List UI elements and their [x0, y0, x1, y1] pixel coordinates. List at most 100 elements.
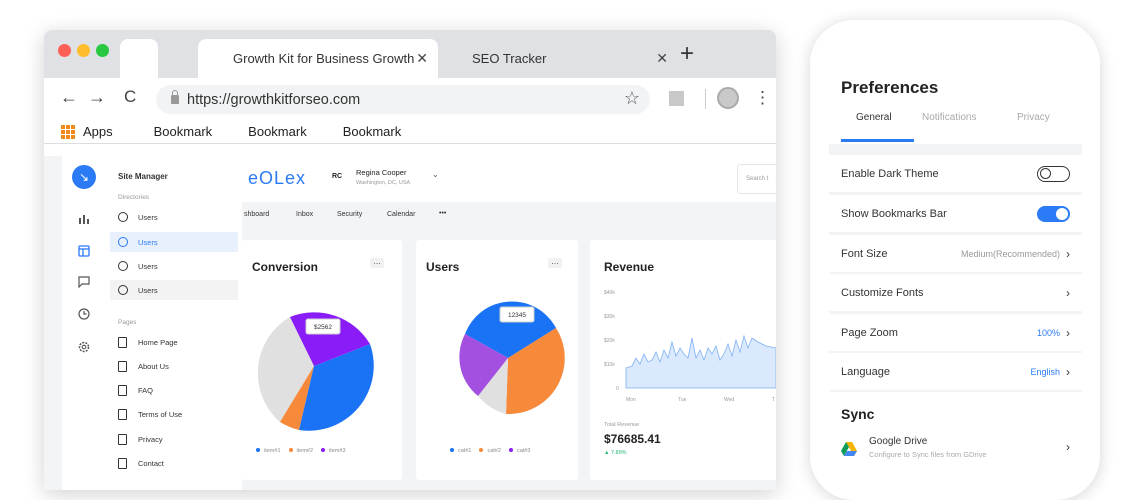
page-item-contact[interactable]: Contact: [110, 453, 238, 473]
legend-item: cat#2: [479, 448, 501, 454]
row-label: Font Size: [841, 247, 888, 260]
apps-grid-icon[interactable]: [61, 124, 75, 139]
directory-item-users[interactable]: Users: [110, 256, 238, 276]
clock-icon[interactable]: [78, 308, 90, 323]
close-window-button[interactable]: [58, 44, 71, 57]
font-size-row[interactable]: Font Size Medium(Recommended) ›: [829, 235, 1082, 272]
dark-theme-row[interactable]: Enable Dark Theme: [829, 155, 1082, 192]
layout-icon[interactable]: [78, 245, 90, 260]
user-name[interactable]: Regina Cooper: [356, 168, 406, 177]
close-tab-icon[interactable]: ✕: [416, 50, 428, 67]
tab-seo-tracker[interactable]: SEO Tracker ✕: [458, 39, 668, 78]
x-tick: T: [772, 397, 775, 403]
chevron-down-icon[interactable]: ⌄: [432, 170, 439, 179]
nav-inbox[interactable]: Inbox: [296, 211, 313, 218]
browser-menu-icon[interactable]: ⋮: [754, 88, 771, 108]
preferences-screen: Preferences General Notifications Privac…: [829, 64, 1082, 492]
close-tab-icon[interactable]: ✕: [656, 50, 668, 67]
page-item-home[interactable]: Home Page: [110, 332, 238, 352]
bookmark-link[interactable]: Bookmark: [154, 124, 213, 139]
page-title: Preferences: [841, 78, 939, 97]
tab-notifications[interactable]: Notifications: [922, 112, 976, 123]
url-text: https://growthkitforseo.com: [187, 91, 361, 108]
directory-item-users-selected[interactable]: Users: [110, 232, 238, 252]
page-icon: [118, 457, 127, 469]
bookmarks-bar-row[interactable]: Show Bookmarks Bar: [829, 195, 1082, 232]
tab-label: Growth Kit for Business Growth: [233, 51, 415, 66]
users-card: Users ... 12345 cat#1 cat#2 cat#3: [416, 240, 578, 480]
reload-icon[interactable]: C: [124, 87, 136, 107]
x-tick: Mon: [626, 397, 636, 403]
row-label: Customize Fonts: [841, 286, 924, 299]
legend-item: item#2: [288, 448, 313, 454]
search-input[interactable]: Search t: [737, 164, 776, 194]
settings-icon[interactable]: [78, 341, 90, 356]
pie-tooltip-text: 12345: [508, 312, 526, 319]
conversion-card: Conversion ... $2562 item#1 item#2 item#…: [242, 240, 402, 480]
back-icon[interactable]: ←: [60, 87, 78, 108]
page-icon: [118, 408, 127, 420]
language-row[interactable]: Language English ›: [829, 353, 1082, 390]
blank-tab[interactable]: [120, 39, 158, 78]
user-initials-badge: RC: [332, 173, 343, 180]
forward-icon[interactable]: →: [88, 87, 106, 108]
bookmark-star-icon[interactable]: ☆: [624, 88, 640, 109]
logo-icon[interactable]: ↘: [72, 165, 96, 189]
directory-item-label: Users: [138, 285, 158, 295]
page-zoom-row[interactable]: Page Zoom 100% ›: [829, 314, 1082, 351]
tab-active-indicator: [841, 139, 914, 142]
maximize-window-button[interactable]: [96, 44, 109, 57]
page-item-faq[interactable]: FAQ: [110, 380, 238, 400]
page-item-label: Home Page: [138, 337, 178, 347]
y-tick: 0: [616, 386, 619, 392]
profile-avatar[interactable]: [717, 87, 739, 109]
page-item-label: FAQ: [138, 385, 154, 395]
extension-icon[interactable]: [669, 91, 684, 106]
tab-general[interactable]: General: [856, 112, 892, 123]
apps-link[interactable]: Apps: [83, 124, 113, 139]
user-icon: [118, 261, 128, 271]
chat-icon[interactable]: [78, 276, 90, 291]
google-drive-subtitle: Configure to Sync files from GDrive: [869, 450, 987, 459]
address-toolbar: ← → C https://growthkitforseo.com ☆ ⋮: [44, 78, 776, 120]
user-location: Washington, DC, USA: [356, 180, 411, 186]
revenue-change: ▲ 7.89%: [604, 450, 627, 456]
nav-more[interactable]: •••: [439, 210, 446, 217]
page-icon: [118, 433, 127, 445]
chevron-right-icon: ›: [1066, 440, 1070, 454]
minimize-window-button[interactable]: [77, 44, 90, 57]
divider: [705, 89, 706, 109]
page-icon: [118, 336, 127, 348]
tab-growth-kit[interactable]: Growth Kit for Business Growth ✕: [198, 39, 438, 78]
card-menu-button[interactable]: ...: [370, 257, 384, 268]
bookmarks-bar-toggle[interactable]: [1037, 205, 1070, 222]
customize-fonts-row[interactable]: Customize Fonts ›: [829, 274, 1082, 311]
legend-item: item#1: [256, 448, 281, 454]
site-manager-title: Site Manager: [118, 172, 168, 181]
card-menu-button[interactable]: ...: [548, 257, 562, 268]
y-tick: $10k: [604, 362, 615, 368]
page-item-terms[interactable]: Terms of Use: [110, 404, 238, 424]
legend-item: cat#3: [508, 448, 530, 454]
bookmark-link[interactable]: Bookmark: [248, 124, 307, 139]
nav-security[interactable]: Security: [337, 211, 362, 218]
dark-theme-toggle[interactable]: [1037, 165, 1070, 182]
dashboard-main: eOLex RC Regina Cooper Washington, DC, U…: [242, 156, 776, 490]
conversion-legend: item#1 item#2 item#3: [256, 448, 346, 454]
new-tab-button[interactable]: +: [680, 40, 694, 68]
user-icon: [118, 237, 128, 247]
nav-calendar[interactable]: Calendar: [387, 211, 415, 218]
nav-dashboard[interactable]: shboard: [244, 211, 269, 218]
directory-item-users[interactable]: Users: [110, 280, 238, 300]
pie-tooltip-text: $2562: [314, 324, 332, 331]
address-bar[interactable]: https://growthkitforseo.com ☆: [156, 85, 650, 114]
directory-item-users[interactable]: Users: [110, 207, 238, 227]
bar-chart-icon[interactable]: [78, 212, 90, 227]
tab-bar: Growth Kit for Business Growth ✕ SEO Tra…: [44, 30, 776, 78]
tab-privacy[interactable]: Privacy: [1017, 112, 1050, 123]
bookmark-link[interactable]: Bookmark: [343, 124, 402, 139]
page-item-privacy[interactable]: Privacy: [110, 429, 238, 449]
google-drive-row[interactable]: Google Drive Configure to Sync files fro…: [829, 432, 1082, 482]
page-item-about[interactable]: About Us: [110, 356, 238, 376]
legend-item: cat#1: [450, 448, 471, 454]
